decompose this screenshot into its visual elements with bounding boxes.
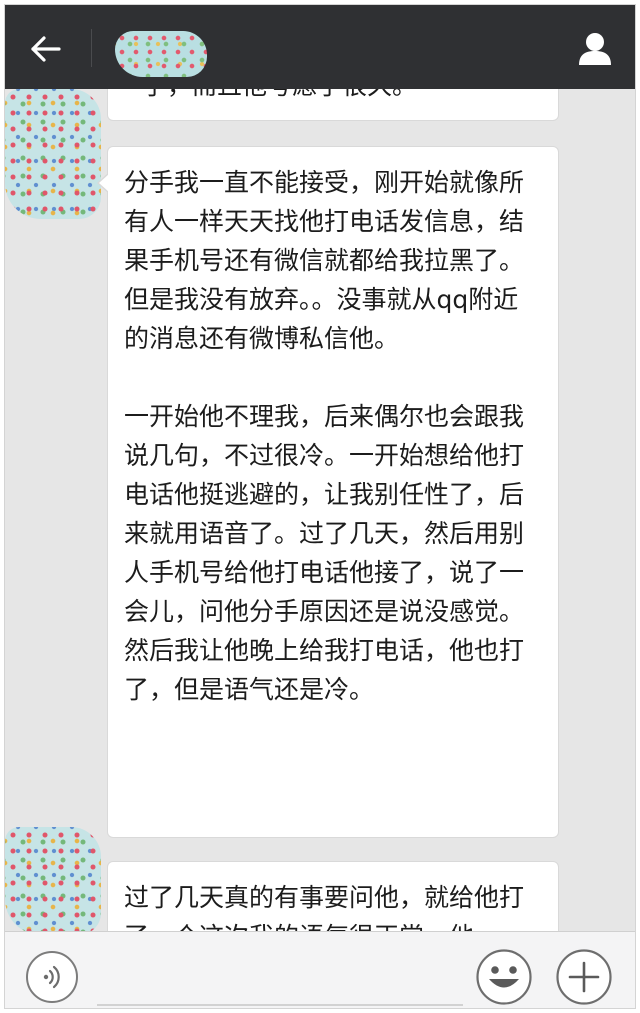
message-bubble[interactable]: 过了几天真的有事要问他，就给他打了一个这次我的语气很正常，他 <box>107 861 559 935</box>
smiley-icon <box>476 949 532 1005</box>
message-paragraph: 分手我一直不能接受，刚开始就像所有人一样天天找他打电话发信息，结果手机号还有微信… <box>124 168 525 353</box>
message-bubble[interactable]: 了，而且他考虑了很久。 <box>107 89 559 121</box>
message-paragraph: 一开始他不理我，后来偶尔也会跟我说几句，不过很冷。一开始想给他打电话他挺逃避的，… <box>124 402 525 704</box>
contact-avatar[interactable] <box>5 89 101 219</box>
contact-avatar[interactable] <box>5 827 101 935</box>
message-list[interactable]: 了，而且他考虑了很久。 分手我一直不能接受，刚开始就像所有人一样天天找他打电话发… <box>5 89 635 935</box>
voice-toggle-button[interactable] <box>25 950 79 1004</box>
message-input[interactable] <box>97 952 467 1004</box>
arrow-left-icon <box>31 36 61 62</box>
message-text: 了，而且他考虑了很久。 <box>142 89 417 105</box>
chat-info-button[interactable] <box>573 27 617 71</box>
person-icon <box>579 33 611 65</box>
emoji-button[interactable] <box>475 948 533 1006</box>
input-bar <box>5 931 635 1008</box>
message-text: 过了几天真的有事要问他，就给他打了一个这次我的语气很正常，他 <box>124 883 525 935</box>
top-navigation-bar <box>5 5 635 89</box>
message-bubble[interactable]: 分手我一直不能接受，刚开始就像所有人一样天天找他打电话发信息，结果手机号还有微信… <box>97 146 559 838</box>
voice-icon <box>26 951 78 1003</box>
plus-icon <box>556 949 612 1005</box>
chat-title-obscured <box>115 31 207 77</box>
topbar-divider <box>91 29 92 67</box>
chat-screen: 了，而且他考虑了很久。 分手我一直不能接受，刚开始就像所有人一样天天找他打电话发… <box>4 4 636 1009</box>
input-underline <box>97 1004 463 1006</box>
more-actions-button[interactable] <box>555 948 613 1006</box>
back-button[interactable] <box>23 27 67 71</box>
